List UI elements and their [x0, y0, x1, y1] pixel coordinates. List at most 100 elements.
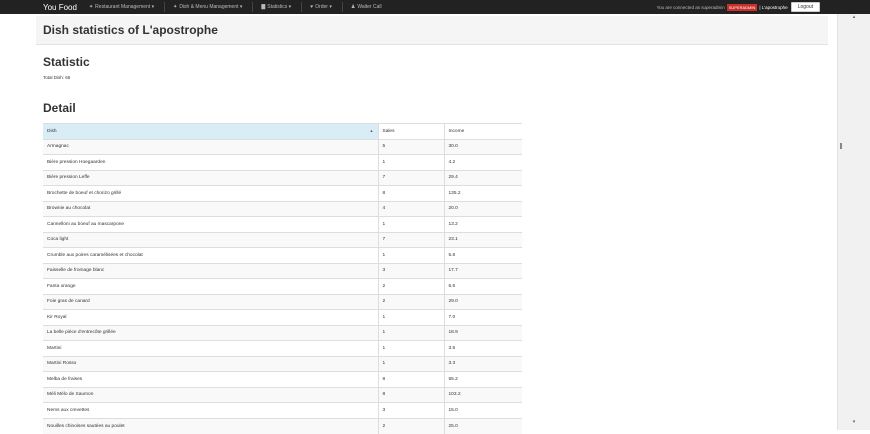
table-row: La belle pièce d'entrecôte grillée 1 18.9: [43, 324, 522, 341]
cell-sales: 7: [377, 169, 444, 186]
nav-divider: [164, 2, 166, 12]
table-row: Coca light 7 23.1: [43, 231, 522, 248]
nav-label: Order ▾: [315, 4, 332, 10]
cell-dish: Melba de fraises: [43, 371, 378, 387]
cell-dish: Kir Royal: [43, 309, 378, 325]
cell-income: 4.2: [443, 154, 522, 170]
scroll-down-arrow-icon[interactable]: ▾: [838, 419, 870, 429]
table-row: Foie gras de canard 2 29.0: [43, 293, 522, 310]
cell-sales: 1: [377, 154, 444, 170]
table-header-row: Dish ▲ Sales Income: [43, 123, 522, 139]
cell-income: 25.0: [443, 417, 522, 434]
cell-income: 7.0: [443, 309, 522, 325]
column-header-dish[interactable]: Dish ▲: [43, 123, 378, 139]
column-header-sales[interactable]: Sales: [377, 123, 444, 139]
statistic-heading: Statistic: [43, 55, 90, 69]
cell-sales: 1: [377, 355, 444, 372]
order-icon: ♥: [310, 4, 314, 10]
total-dish-count: Total Dish: 66: [43, 75, 71, 80]
scroll-up-arrow-icon[interactable]: ▴: [838, 14, 870, 24]
cell-income: 23.1: [443, 231, 522, 248]
cell-dish: Martini: [43, 340, 378, 356]
cell-dish: Brochette de boeuf et chorizo grillé: [43, 185, 378, 201]
brand-logo[interactable]: You Food: [43, 3, 77, 12]
cell-dish: La belle pièce d'entrecôte grillée: [43, 324, 378, 341]
table-row: Nems aux crevettes 3 15.0: [43, 402, 522, 418]
cell-dish: Fanta orange: [43, 278, 378, 294]
cell-income: 29.4: [443, 169, 522, 186]
nav-order[interactable]: ♥ Order ▾: [310, 4, 332, 10]
cell-income: 6.6: [443, 278, 522, 294]
cell-sales: 8: [377, 371, 444, 387]
cell-income: 3.3: [443, 355, 522, 372]
cell-income: 17.7: [443, 262, 522, 279]
cell-income: 15.0: [443, 402, 522, 418]
table-row: Kir Royal 1 7.0: [43, 309, 522, 325]
cell-income: 20.0: [443, 200, 522, 217]
cell-sales: 8: [377, 386, 444, 403]
cell-dish: Méli Mélo de Saumon: [43, 386, 378, 403]
table-row: Martini 1 3.5: [43, 340, 522, 356]
bar-chart-icon: ▇: [261, 4, 266, 10]
cell-dish: Nouilles chinoises sautées au poulet: [43, 417, 378, 434]
gear-icon: ✦: [173, 4, 178, 10]
cell-income: 13.2: [443, 216, 522, 232]
cell-dish: Martini Rosso: [43, 355, 378, 372]
table-row: Brownie au chocolat 4 20.0: [43, 200, 522, 217]
page-header: Dish statistics of L'apostrophe: [36, 16, 828, 45]
cell-income: 103.2: [443, 386, 522, 403]
gear-icon: ✦: [88, 4, 94, 10]
scrollbar-thumb[interactable]: [840, 143, 842, 149]
cell-income: 55.2: [443, 371, 522, 387]
nav-statistics[interactable]: ▇ Statistics ▾: [261, 4, 291, 10]
cell-income: 29.0: [443, 293, 522, 310]
table-row: Bière pression Hoegaarden 1 4.2: [43, 154, 522, 170]
nav-restaurant-management[interactable]: ✦ Restaurant Management ▾: [89, 4, 154, 10]
cell-income: 30.0: [443, 138, 522, 155]
navbar-user-area: You are connected as superadmin SUPERADM…: [657, 0, 820, 14]
table-row: Martini Rosso 1 3.3: [43, 355, 522, 372]
current-restaurant: | L'apostrophe: [759, 4, 788, 10]
cell-dish: Crumble aux poires caramélisées et choco…: [43, 247, 378, 263]
cell-sales: 1: [377, 324, 444, 341]
cell-dish: Armagnac: [43, 138, 378, 155]
table-row: Nouilles chinoises sautées au poulet 2 25.…: [43, 417, 522, 434]
table-row: Méli Mélo de Saumon 8 103.2: [43, 386, 522, 403]
person-icon: ♟: [350, 4, 356, 10]
cell-sales: 1: [377, 216, 444, 232]
cell-sales: 2: [377, 417, 444, 434]
cell-sales: 4: [377, 200, 444, 217]
table-row: Bière pression Leffe 7 29.4: [43, 169, 522, 186]
role-badge: SUPERADMIN: [726, 3, 758, 11]
cell-sales: 1: [377, 247, 444, 263]
vertical-scrollbar[interactable]: [837, 14, 870, 430]
cell-dish: Nems aux crevettes: [43, 402, 378, 418]
cell-dish: Coca light: [43, 231, 378, 248]
table-row: Faisselle de fromage blanc 3 17.7: [43, 262, 522, 279]
table-row: Cannelloni au boeuf au mascarpone 1 13.2: [43, 216, 522, 232]
nav-divider: [252, 2, 254, 12]
cell-sales: 2: [377, 293, 444, 310]
cell-dish: Bière pression Hoegaarden: [43, 154, 378, 170]
nav-label: Restaurant Management ▾: [95, 4, 155, 10]
nav-waiter-call[interactable]: ♟ Waiter Call: [351, 4, 382, 10]
sort-ascending-icon: ▲: [369, 128, 374, 133]
detail-heading: Detail: [43, 101, 76, 115]
table-row: Armagnac 5 30.0: [43, 138, 522, 155]
cell-sales: 8: [377, 185, 444, 201]
cell-sales: 1: [377, 340, 444, 356]
column-header-income[interactable]: Income: [443, 123, 522, 139]
table-row: Crumble aux poires caramélisées et choco…: [43, 247, 522, 263]
dish-statistics-table: Dish ▲ Sales Income Armagnac 5 30.0 Bière pr…: [43, 123, 522, 434]
nav-dish-menu-management[interactable]: ✦ Dish & Menu Management ▾: [173, 4, 242, 10]
logout-button[interactable]: Logout: [790, 2, 820, 12]
nav-label: Waiter Call: [357, 4, 382, 10]
cell-sales: 3: [377, 262, 444, 279]
nav-divider: [341, 2, 343, 12]
cell-dish: Bière pression Leffe: [43, 169, 378, 186]
cell-income: 135.2: [443, 185, 522, 201]
cell-income: 3.5: [443, 340, 522, 356]
cell-sales: 5: [377, 138, 444, 155]
table-row: Fanta orange 2 6.6: [43, 278, 522, 294]
cell-sales: 3: [377, 402, 444, 418]
